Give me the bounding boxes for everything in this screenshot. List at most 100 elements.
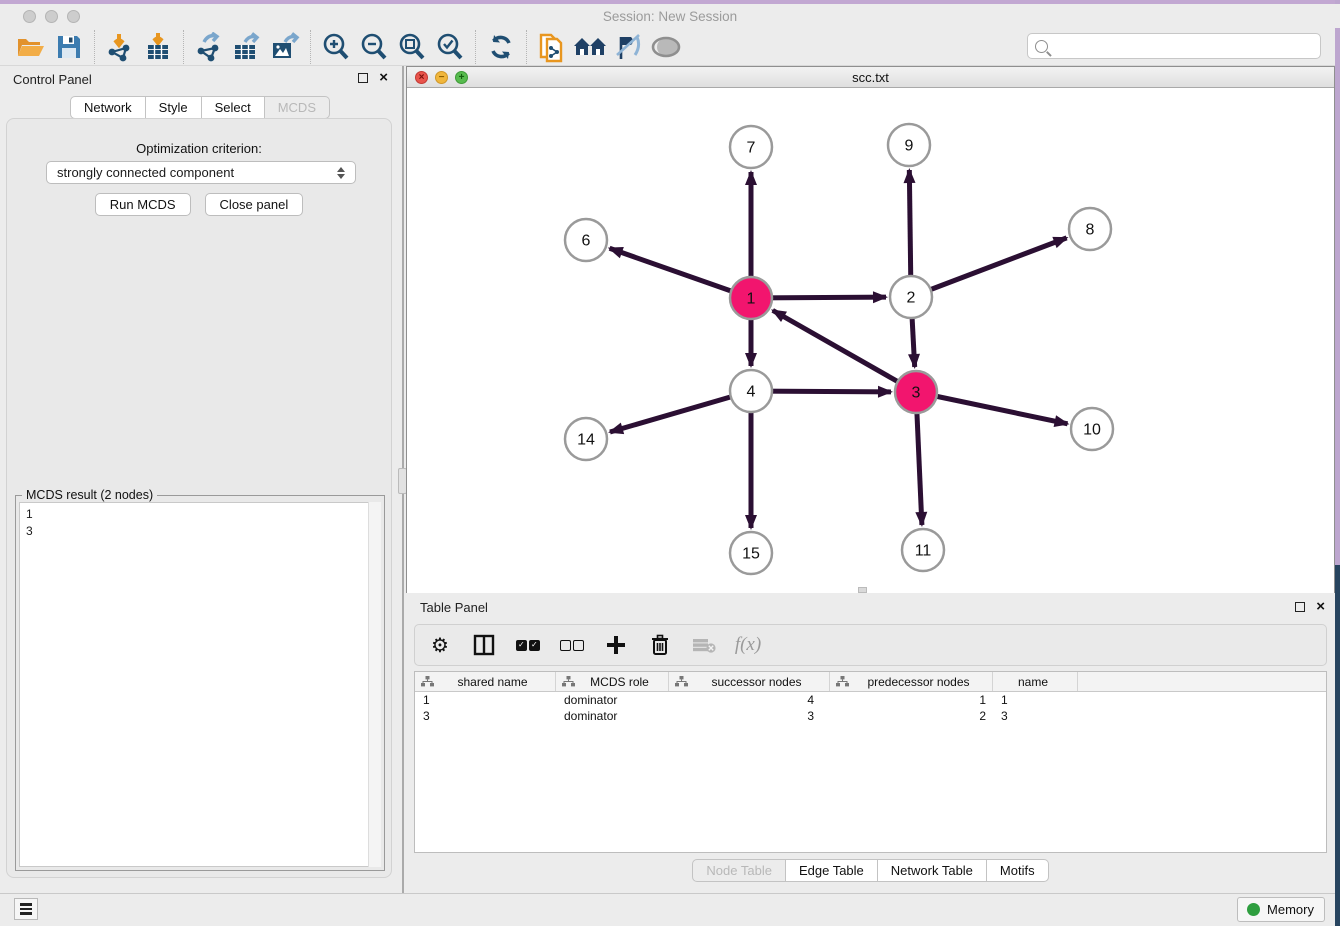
graph-edge-2-8[interactable] [911,238,1067,297]
tree-icon [421,676,434,687]
open-folder-icon [16,34,46,60]
float-table-panel-icon[interactable] [1295,602,1305,612]
column-header-mcds-role[interactable]: MCDS role [556,672,669,691]
graph-node-8[interactable]: 8 [1069,208,1111,250]
graph-node-15[interactable]: 15 [730,532,772,574]
graph-node-6[interactable]: 6 [565,219,607,261]
tab-edge-table[interactable]: Edge Table [786,859,878,882]
graph-node-14[interactable]: 14 [565,418,607,460]
zoom-out-button[interactable] [355,30,393,64]
close-table-panel-icon[interactable]: × [1316,598,1325,615]
graph-edge-3-1[interactable] [773,310,916,392]
cell-successor-nodes[interactable]: 3 [669,708,830,724]
status-menu-button[interactable] [14,898,38,920]
cell-name[interactable]: 3 [993,708,1078,724]
select-stepper-icon [337,165,348,181]
network-canvas[interactable]: 7 9 6 8 1 2 4 3 10 14 15 11 [407,88,1334,593]
table-panel: Table Panel × ⚙ [406,595,1335,893]
import-network-icon [105,32,135,62]
delete-column-button[interactable] [647,632,673,658]
tab-mcds[interactable]: MCDS [265,96,330,119]
result-scrollbar[interactable] [368,502,381,867]
delete-table-button[interactable] [691,632,717,658]
search-input[interactable] [1054,36,1320,56]
graph-edge-3-10[interactable] [916,392,1068,424]
first-neighbors-button[interactable] [571,30,609,64]
graph-node-4[interactable]: 4 [730,370,772,412]
table-row[interactable]: 3 dominator 3 2 3 [415,708,1326,724]
import-network-button[interactable] [101,30,139,64]
cell-mcds-role[interactable]: dominator [556,692,669,708]
cell-shared-name[interactable]: 1 [415,692,556,708]
graph-node-label: 1 [747,291,756,308]
graph-node-7[interactable]: 7 [730,126,772,168]
graph-node-label: 15 [742,546,760,563]
mcds-result-text[interactable]: 1 3 [19,502,381,867]
cell-predecessor-nodes[interactable]: 1 [830,692,993,708]
cell-shared-name[interactable]: 3 [415,708,556,724]
tree-icon [562,676,575,687]
export-image-button[interactable] [266,30,304,64]
tab-network[interactable]: Network [70,96,146,119]
add-column-button[interactable] [603,632,629,658]
toggle-graphics-details-button[interactable] [647,30,685,64]
import-table-button[interactable] [139,30,177,64]
zoom-fit-button[interactable] [393,30,431,64]
graph-node-9[interactable]: 9 [888,124,930,166]
network-window-titlebar[interactable]: × − + scc.txt [407,67,1334,88]
column-header-successor-nodes[interactable]: successor nodes [669,672,830,691]
tab-network-table[interactable]: Network Table [878,859,987,882]
function-builder-button[interactable]: f(x) [735,632,761,658]
column-header-predecessor-nodes[interactable]: predecessor nodes [830,672,993,691]
control-panel: Control Panel × Network Style Select MCD… [0,66,400,893]
table-settings-button[interactable]: ⚙ [427,632,453,658]
new-network-from-selection-button[interactable] [533,30,571,64]
node-table[interactable]: shared name MCDS role successor nodes pr… [414,671,1327,853]
graph-node-3[interactable]: 3 [895,371,937,413]
deselect-all-button[interactable] [559,632,585,658]
hamburger-icon [20,903,32,906]
table-row[interactable]: 1 dominator 4 1 1 [415,692,1326,708]
hide-selected-button[interactable] [609,30,647,64]
tab-node-table[interactable]: Node Table [692,859,786,882]
memory-button[interactable]: Memory [1237,897,1325,922]
unchecked-boxes-icon [560,640,584,651]
float-panel-icon[interactable] [358,73,368,83]
export-network-button[interactable] [190,30,228,64]
column-header-shared-name[interactable]: shared name [415,672,556,691]
table-panel-title: Table Panel [420,600,488,615]
run-mcds-button[interactable]: Run MCDS [95,193,191,216]
delete-table-icon [692,636,716,654]
cell-predecessor-nodes[interactable]: 2 [830,708,993,724]
close-panel-icon[interactable]: × [379,69,388,86]
tab-style[interactable]: Style [146,96,202,119]
graph-node-label: 3 [912,385,921,402]
cell-name[interactable]: 1 [993,692,1078,708]
optimization-criterion-select[interactable]: strongly connected component [46,161,356,184]
tab-select[interactable]: Select [202,96,265,119]
graph-node-1[interactable]: 1 [730,277,772,319]
cell-successor-nodes[interactable]: 4 [669,692,830,708]
refresh-layout-button[interactable] [482,30,520,64]
export-table-button[interactable] [228,30,266,64]
graph-node-11[interactable]: 11 [902,529,944,571]
tab-motifs[interactable]: Motifs [987,859,1049,882]
graph-node-10[interactable]: 10 [1071,408,1113,450]
canvas-splitter-grip[interactable] [858,587,867,593]
zoom-selected-button[interactable] [431,30,469,64]
zoom-in-button[interactable] [317,30,355,64]
open-session-button[interactable] [12,30,50,64]
import-table-icon [143,32,173,62]
select-all-button[interactable] [515,632,541,658]
column-header-name[interactable]: name [993,672,1078,691]
cell-mcds-role[interactable]: dominator [556,708,669,724]
network-graph[interactable]: 7 9 6 8 1 2 4 3 10 14 15 11 [407,88,1334,593]
global-search-field[interactable] [1027,33,1321,59]
close-panel-button[interactable]: Close panel [205,193,304,216]
graph-edge-1-6[interactable] [610,248,751,298]
save-session-button[interactable] [50,30,88,64]
trash-icon [650,634,670,656]
graph-node-2[interactable]: 2 [890,276,932,318]
toggle-column-view-button[interactable] [471,632,497,658]
desktop-edge-right-bottom [1335,565,1340,926]
